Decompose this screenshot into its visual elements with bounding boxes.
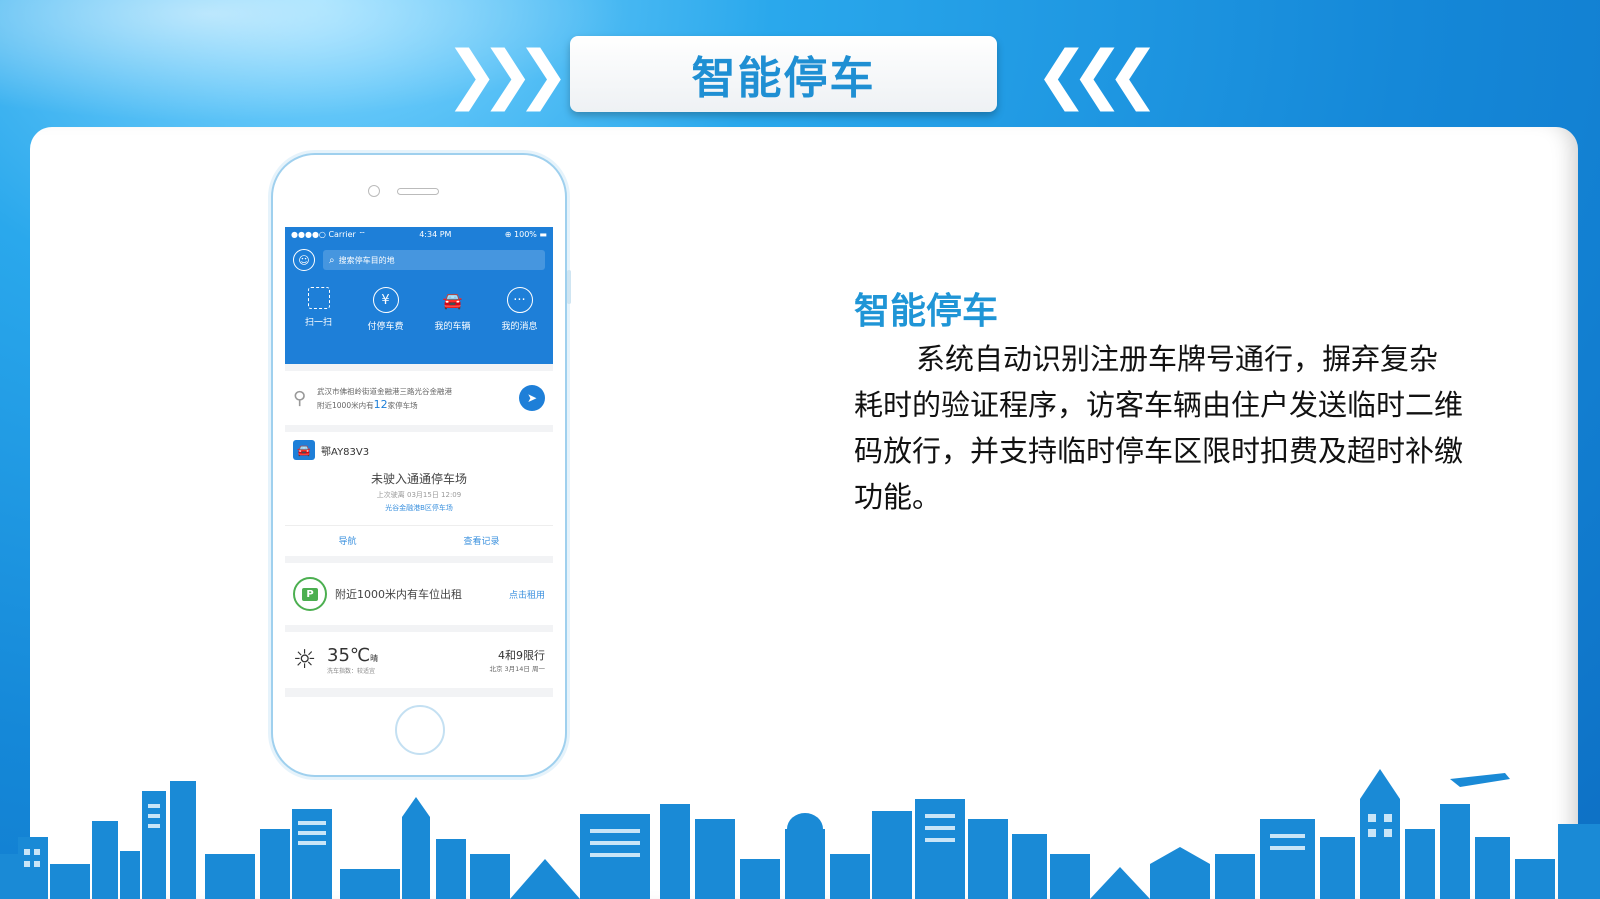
location-text: 武汉市佛祖岭街道金融港三路光谷金融港 附近1000米内有12家停车场 <box>313 385 519 412</box>
app-header: ●●●●○ Carrier ⌔ 4:34 PM ⊕ 100% ▬ ☺ ⌕ 搜索停… <box>285 227 553 364</box>
chevron-right-decoration: ❯❯❯ <box>445 38 570 112</box>
quick-tools: 扫一扫 ¥ 付停车费 🚘 我的车辆 ··· 我的消息 <box>285 287 553 332</box>
phone-mockup: ●●●●○ Carrier ⌔ 4:34 PM ⊕ 100% ▬ ☺ ⌕ 搜索停… <box>271 153 571 777</box>
location-card[interactable]: ⚲ 武汉市佛祖岭街道金融港三路光谷金融港 附近1000米内有12家停车场 ➤ <box>285 371 553 425</box>
vehicle-card: 🚘 鄂AY83V3 未驶入通通停车场 上次驶离 03月15日 12:09 光谷金… <box>285 432 553 556</box>
limit-numbers: 4和9限行 <box>498 649 545 662</box>
vehicle-header: 🚘 鄂AY83V3 <box>285 432 553 460</box>
search-row: ☺ ⌕ 搜索停车目的地 <box>285 243 553 277</box>
search-input[interactable]: ⌕ 搜索停车目的地 <box>323 250 545 270</box>
rent-text: 附近1000米内有车位出租 <box>335 588 462 601</box>
temperature: 35℃晴 <box>327 645 379 666</box>
title-banner: 智能停车 <box>570 36 997 112</box>
battery-text: ⊕ 100% ▬ <box>504 230 547 239</box>
chevron-left-decoration: ❮❮❮ <box>1035 38 1160 112</box>
vehicle-actions: 导航 查看记录 <box>285 525 553 547</box>
weather-info: 35℃晴 洗车指数：较适宜 <box>327 645 378 675</box>
tool-label: 我的消息 <box>501 322 538 332</box>
search-icon: ⌕ <box>329 254 335 266</box>
tool-scan[interactable]: 扫一扫 <box>289 287 349 332</box>
tool-my-car[interactable]: 🚘 我的车辆 <box>423 287 483 333</box>
car-wash-tip: 洗车指数：较适宜 <box>327 668 376 675</box>
location-pin-icon: ⚲ <box>293 387 307 409</box>
clock-text: 4:34 PM <box>419 230 452 239</box>
weather-card: ☼ 35℃晴 洗车指数：较适宜 4和9限行 北京 3月14日 周一 <box>285 632 553 688</box>
message-icon: ··· <box>506 287 533 313</box>
last-leave-time: 上次驶离 03月15日 12:09 <box>376 491 462 499</box>
city-skyline-illustration <box>0 769 1600 899</box>
parking-lot-name: 光谷金融港B区停车场 <box>385 504 453 512</box>
app-screen: ●●●●○ Carrier ⌔ 4:34 PM ⊕ 100% ▬ ☺ ⌕ 搜索停… <box>285 227 553 697</box>
status-bar: ●●●●○ Carrier ⌔ 4:34 PM ⊕ 100% ▬ <box>285 227 553 243</box>
phone-side-button <box>567 270 571 304</box>
user-icon[interactable]: ☺ <box>293 249 315 271</box>
address-text: 武汉市佛祖岭街道金融港三路光谷金融港 <box>317 386 452 396</box>
rent-link[interactable]: 点击租用 <box>509 588 545 601</box>
yuan-icon: ¥ <box>372 287 399 313</box>
plate-number: 鄂AY83V3 <box>321 446 370 458</box>
sun-icon: ☼ <box>293 645 317 675</box>
tool-label: 付停车费 <box>367 322 404 332</box>
navigate-link[interactable]: 导航 <box>338 534 356 547</box>
tool-messages[interactable]: ··· 我的消息 <box>490 287 550 332</box>
view-records-link[interactable]: 查看记录 <box>463 534 499 547</box>
camera-icon <box>368 185 380 197</box>
tool-pay[interactable]: ¥ 付停车费 <box>356 287 416 332</box>
rent-card[interactable]: P 附近1000米内有车位出租 点击租用 <box>285 563 553 625</box>
page-title: 智能停车 <box>691 53 876 104</box>
carrier-text: ●●●●○ Carrier ⌔ <box>291 230 366 239</box>
home-button <box>395 705 445 755</box>
section-heading: 智能停车 <box>854 291 999 332</box>
nearby-count: 12 <box>373 397 388 411</box>
parking-icon: P <box>293 577 327 611</box>
car-icon: 🚘 <box>442 290 463 310</box>
speaker-grille <box>397 188 439 195</box>
nearby-text: 附近1000米内有12家停车场 <box>317 397 418 411</box>
scan-icon <box>307 287 330 309</box>
vehicle-status: 未驶入通通停车场 <box>370 472 467 486</box>
section-paragraph: 系统自动识别注册车牌号通行，摒弃复杂耗时的验证程序，访客车辆由住户发送临时二维码… <box>854 342 1464 514</box>
navigate-arrow-icon[interactable]: ➤ <box>519 385 545 411</box>
tool-label: 我的车辆 <box>434 322 471 332</box>
tool-label: 扫一扫 <box>304 318 332 328</box>
car-icon: 🚘 <box>293 440 315 460</box>
limit-location-date: 北京 3月14日 周一 <box>489 665 545 673</box>
weather-condition: 晴 <box>370 654 379 663</box>
traffic-limit: 4和9限行 北京 3月14日 周一 <box>489 647 545 673</box>
search-placeholder: 搜索停车目的地 <box>338 255 395 265</box>
